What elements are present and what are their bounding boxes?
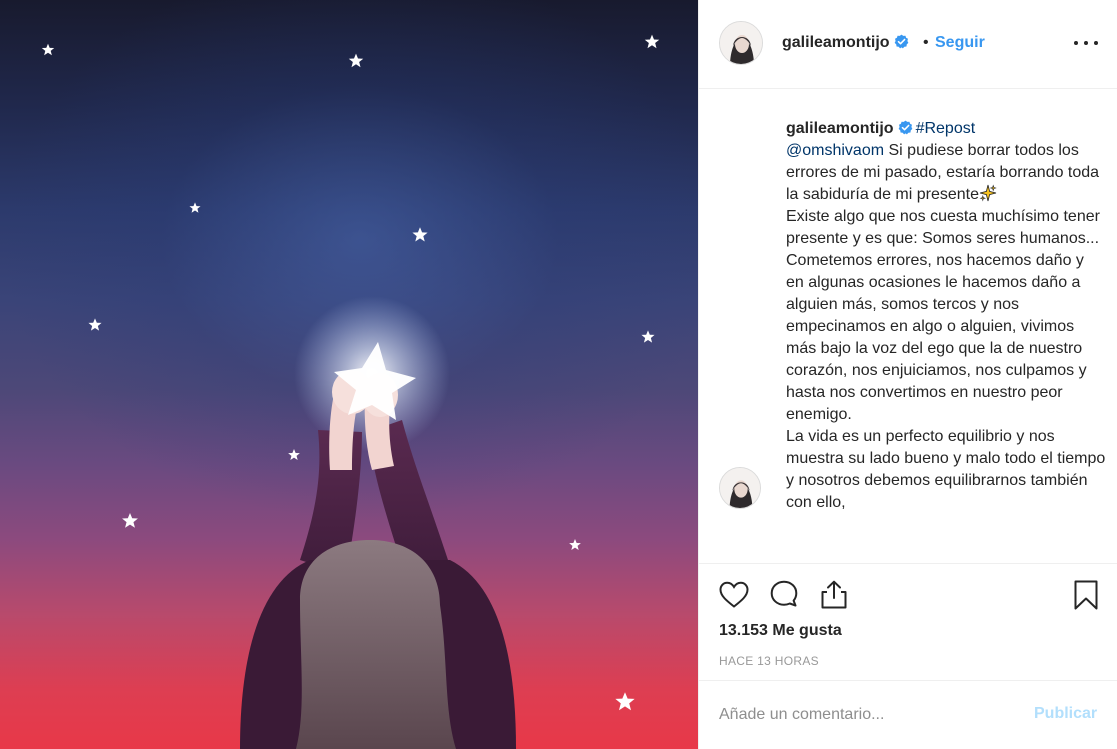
add-comment-bar: Publicar <box>699 681 1117 749</box>
comment-button[interactable] <box>767 578 801 612</box>
avatar[interactable] <box>719 21 763 65</box>
verified-badge-icon <box>894 34 908 49</box>
follow-button[interactable]: Seguir <box>935 34 985 52</box>
more-options-icon[interactable] <box>1071 32 1101 52</box>
comments-section: galileamontijo #Repost @omshivaom Si pudi… <box>699 89 1117 563</box>
caption-text-third: La vida es un perfecto equilibrio y nos … <box>786 428 1106 511</box>
avatar[interactable] <box>719 467 761 509</box>
post-actions: 13.153 Me gusta Hace 13 horas <box>699 563 1117 681</box>
post-image[interactable] <box>0 0 698 749</box>
share-icon <box>821 580 847 609</box>
verified-badge-icon <box>898 120 912 135</box>
caption-username[interactable]: galileamontijo <box>786 120 894 137</box>
bookmark-icon <box>1074 580 1098 610</box>
separator-dot: • <box>923 34 929 51</box>
post-details-panel: galileamontijo • Seguir galileamontijo #R… <box>698 0 1117 749</box>
mention-link[interactable]: @omshivaom <box>786 142 884 159</box>
share-button[interactable] <box>817 578 851 612</box>
heart-icon <box>719 581 749 608</box>
comment-input[interactable] <box>719 703 1019 727</box>
post-timestamp[interactable]: Hace 13 horas <box>719 654 819 668</box>
like-button[interactable] <box>717 578 751 612</box>
likes-count[interactable]: 13.153 Me gusta <box>719 622 842 640</box>
caption-text-second: Existe algo que nos cuesta muchísimo ten… <box>786 208 1100 423</box>
hashtag-link[interactable]: #Repost <box>916 120 976 137</box>
comment-icon <box>770 580 798 607</box>
night-sky-illustration <box>41 34 660 749</box>
profile-photo <box>720 468 760 508</box>
publish-button[interactable]: Publicar <box>1034 705 1097 723</box>
post-caption: galileamontijo #Repost @omshivaom Si pudi… <box>786 118 1106 514</box>
save-button[interactable] <box>1069 578 1103 612</box>
profile-photo <box>720 22 762 64</box>
post-author-username[interactable]: galileamontijo <box>782 34 909 52</box>
username-text[interactable]: galileamontijo <box>782 34 890 51</box>
post-header: galileamontijo • Seguir <box>699 0 1117 89</box>
sparkles-icon <box>979 184 997 202</box>
